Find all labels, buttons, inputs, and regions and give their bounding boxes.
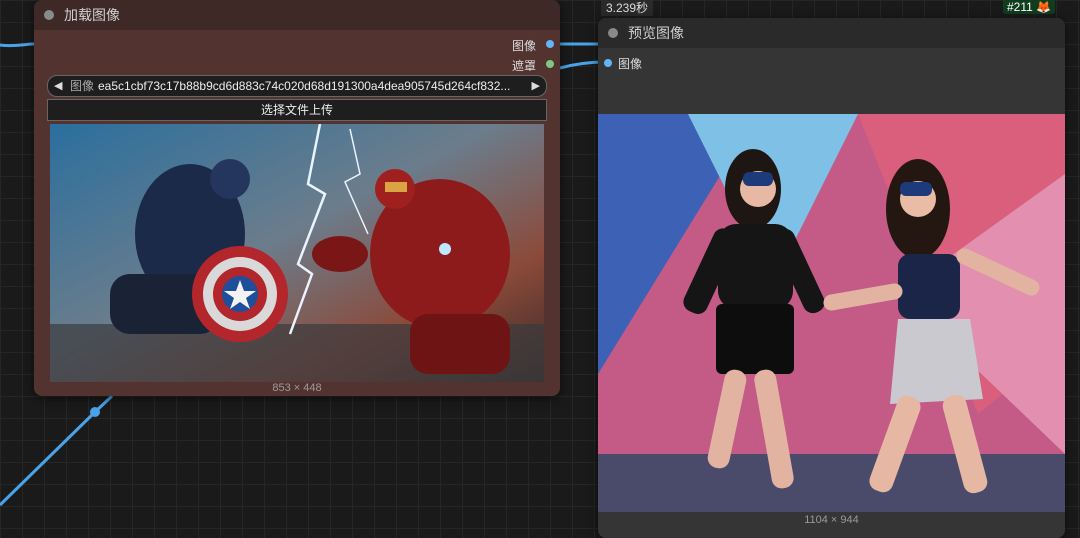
wire-reroute-point[interactable] <box>90 407 100 417</box>
collapse-dot-icon[interactable] <box>608 28 618 38</box>
combo-label: 图像 <box>70 79 95 93</box>
node-title-bar[interactable]: 加载图像 <box>34 0 560 30</box>
output-mask-port[interactable] <box>546 60 554 68</box>
node-title-bar[interactable]: 预览图像 <box>598 18 1065 48</box>
upload-file-button[interactable]: 选择文件上传 <box>47 99 547 121</box>
execution-time: 3.239秒 <box>601 0 654 16</box>
image-select-combo[interactable]: ◀ 图像 ea5c1cbf73c17b88b9cd6d883c74c020d68… <box>47 75 547 97</box>
combo-left-arrow-icon[interactable]: ◀ <box>54 76 62 96</box>
preview-image <box>598 114 1065 512</box>
preview-image-node[interactable]: 预览图像 图像 1104 × 944 <box>598 18 1065 538</box>
node-title: 预览图像 <box>628 25 684 41</box>
output-image-label: 图像 <box>511 39 536 53</box>
wire-left-input <box>0 42 35 48</box>
queue-badge: #211 🦊 <box>1003 0 1056 14</box>
output-image-port[interactable] <box>546 40 554 48</box>
preview-image-art <box>598 114 1065 512</box>
combo-value: ea5c1cbf73c17b88b9cd6d883c74c020d68d1913… <box>98 79 511 93</box>
loaded-image <box>50 124 544 382</box>
collapse-dot-icon[interactable] <box>44 10 54 20</box>
combo-right-arrow-icon[interactable]: ▶ <box>532 76 540 96</box>
output-mask-label: 遮罩 <box>511 59 536 73</box>
node-title: 加载图像 <box>64 7 120 23</box>
load-image-node[interactable]: 加载图像 图像 遮罩 ◀ 图像 ea5c1cbf73c17b88b9cd6d88… <box>34 0 560 396</box>
image-dimensions: 853 × 448 <box>272 382 322 394</box>
loaded-image-art <box>50 124 544 382</box>
input-image-port[interactable] <box>604 59 612 67</box>
preview-image-dimensions: 1104 × 944 <box>804 514 859 526</box>
input-image-label: 图像 <box>618 57 643 71</box>
